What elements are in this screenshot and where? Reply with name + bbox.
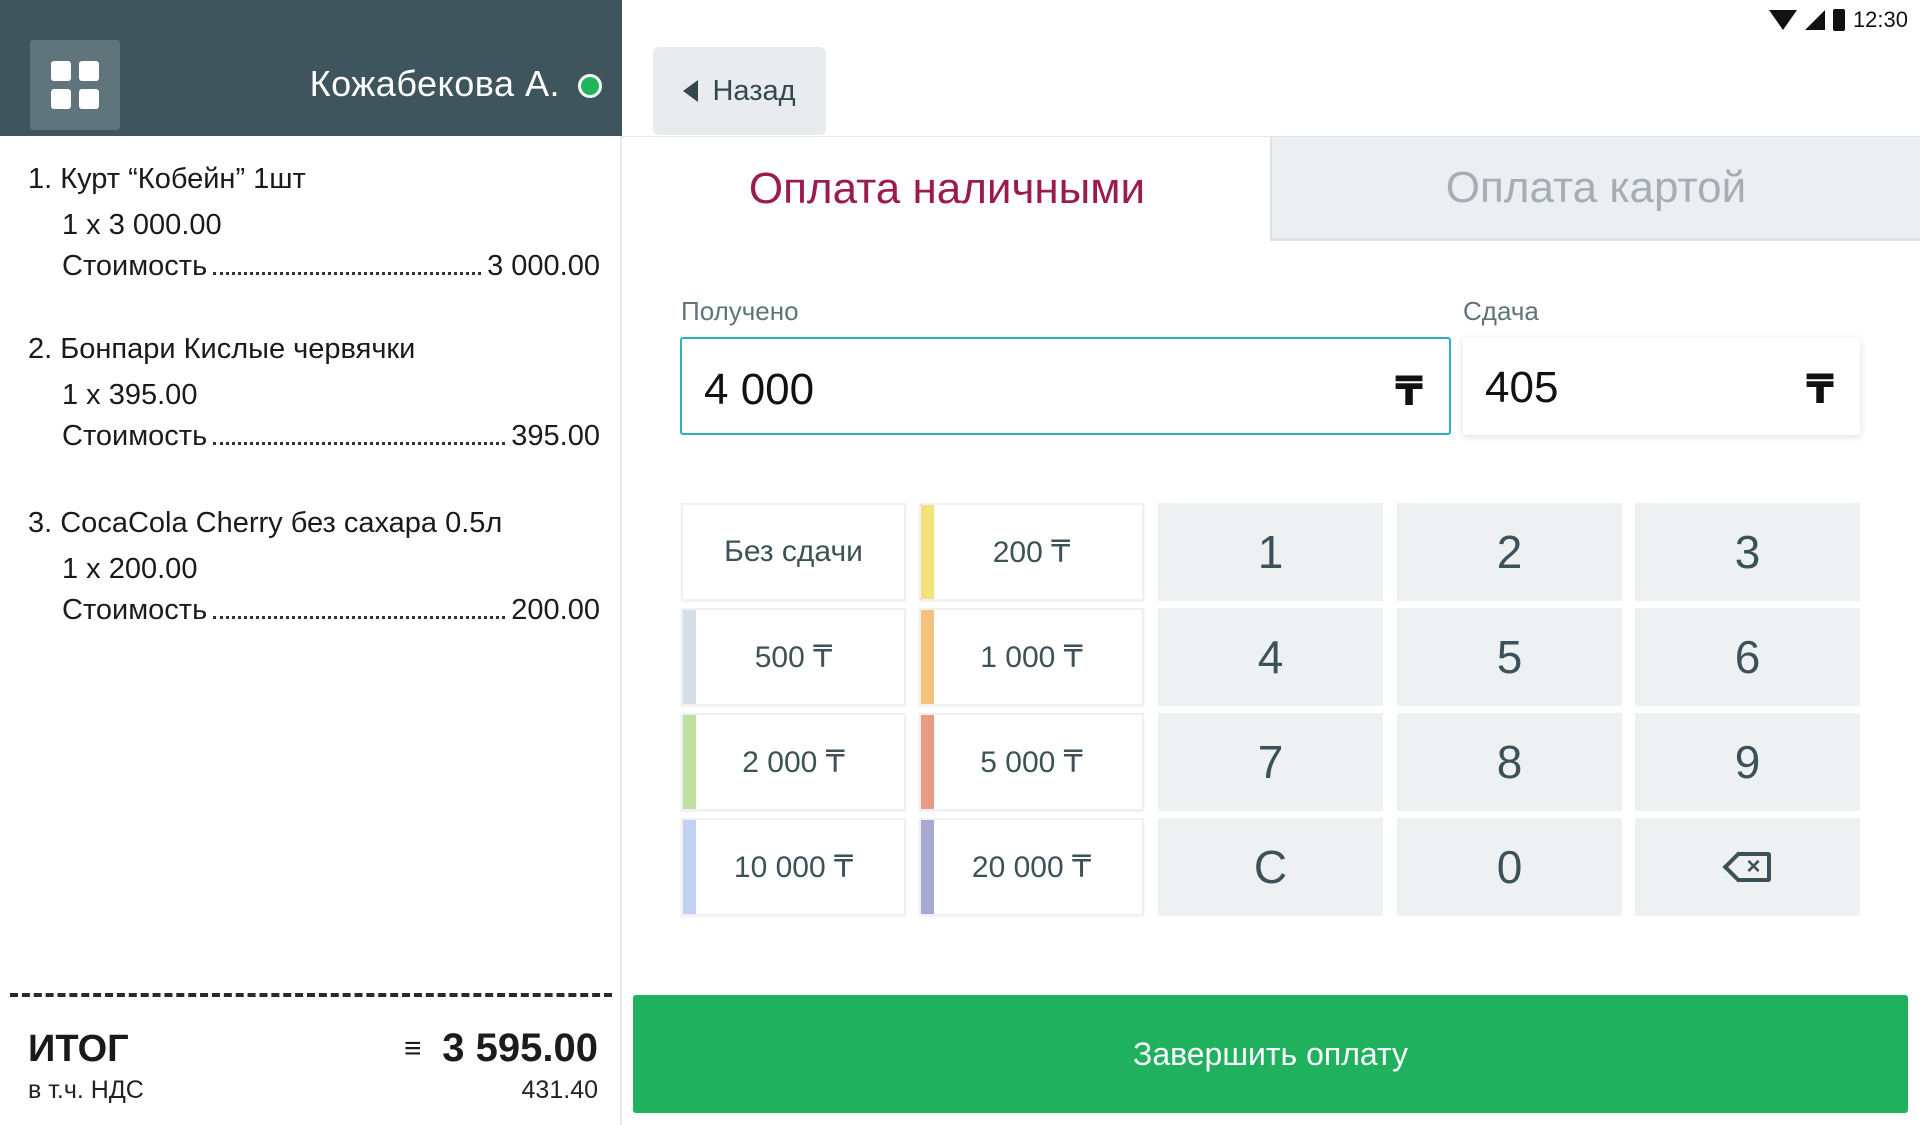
- battery-icon: [1832, 9, 1845, 31]
- vat-value: 431.40: [521, 1076, 598, 1104]
- item-quantity: 1 x 395.00: [62, 379, 198, 411]
- keypad-key-0[interactable]: 0: [1397, 818, 1622, 916]
- bill-color-stripe: [921, 715, 934, 809]
- quick-amount-button[interactable]: 500 ₸: [681, 608, 906, 706]
- back-button[interactable]: Назад: [653, 47, 826, 135]
- dot-leader: [213, 616, 506, 619]
- bill-color-stripe: [921, 610, 934, 704]
- item-cost-label: Стоимость: [62, 250, 208, 282]
- keypad-key-5[interactable]: 5: [1397, 608, 1622, 706]
- quick-amount-button[interactable]: 2 000 ₸: [681, 713, 906, 811]
- keypad-key-6[interactable]: 6: [1635, 608, 1860, 706]
- change-value: 405: [1485, 363, 1559, 412]
- back-arrow-icon: [683, 80, 699, 102]
- bill-color-stripe: [921, 820, 934, 914]
- quick-button-label: 200 ₸: [992, 535, 1071, 569]
- status-bar: 12:30: [1768, 5, 1908, 35]
- quick-amount-button[interactable]: 5 000 ₸: [919, 713, 1144, 811]
- quick-amount-button[interactable]: 20 000 ₸: [919, 818, 1144, 916]
- change-label: Сдача: [1463, 296, 1539, 326]
- keypad-key-8[interactable]: 8: [1397, 713, 1622, 811]
- dot-leader: [213, 442, 506, 445]
- tab-cash-payment[interactable]: Оплата наличными: [624, 137, 1270, 241]
- no-change-button[interactable]: Без сдачи: [681, 503, 906, 601]
- quick-button-label: 1 000 ₸: [980, 640, 1083, 674]
- quick-button-label: 10 000 ₸: [733, 850, 854, 884]
- item-name: 3. CocaCola Cherry без сахара 0.5л: [28, 507, 503, 539]
- received-label: Получено: [681, 296, 799, 326]
- item-quantity: 1 x 3 000.00: [62, 209, 222, 241]
- item-cost-label: Стоимость: [62, 420, 208, 452]
- quick-amount-button[interactable]: 200 ₸: [919, 503, 1144, 601]
- bill-color-stripe: [683, 820, 696, 914]
- tab-card-payment[interactable]: Оплата картой: [1270, 137, 1920, 241]
- signal-icon: [1804, 10, 1825, 30]
- quick-button-label: 500 ₸: [754, 640, 833, 674]
- item-cost-label: Стоимость: [62, 594, 208, 626]
- keypad-key-4[interactable]: 4: [1158, 608, 1383, 706]
- quick-amount-button[interactable]: 10 000 ₸: [681, 818, 906, 916]
- quick-button-label: 2 000 ₸: [742, 745, 845, 779]
- quick-button-label: Без сдачи: [724, 535, 863, 568]
- item-cost-value: 3 000.00: [487, 250, 600, 282]
- grid-icon[interactable]: [30, 40, 120, 130]
- quick-button-label: 5 000 ₸: [980, 745, 1083, 779]
- total-symbol: ≡: [404, 1032, 422, 1065]
- finish-button-label: Завершить оплату: [1132, 1035, 1409, 1072]
- currency-symbol: ₸: [1395, 370, 1423, 414]
- back-button-label: Назад: [712, 74, 796, 107]
- item-cost-row: Стоимость 200.00: [62, 593, 600, 627]
- receipt-panel: Кожабекова А. 1. Курт “Кобейн” 1шт 1 x 3…: [0, 0, 622, 1125]
- currency-symbol: ₸: [1806, 368, 1834, 412]
- bill-color-stripe: [683, 715, 696, 809]
- total-value: 3 595.00: [442, 1026, 598, 1070]
- bill-color-stripe: [683, 610, 696, 704]
- item-name: 2. Бонпари Кислые червячки: [28, 333, 416, 365]
- total-label: ИТОГ: [28, 1028, 129, 1070]
- receipt-header: Кожабекова А.: [0, 0, 622, 136]
- online-status-icon: [578, 74, 602, 98]
- backspace-icon: ×: [1721, 851, 1771, 883]
- item-quantity: 1 x 200.00: [62, 553, 198, 585]
- cashier-name: Кожабекова А.: [309, 63, 560, 104]
- item-cost-value: 395.00: [511, 420, 600, 452]
- keypad-key-2[interactable]: 2: [1397, 503, 1622, 601]
- item-name: 1. Курт “Кобейн” 1шт: [28, 163, 306, 195]
- item-cost-row: Стоимость 395.00: [62, 419, 600, 453]
- change-field: 405 ₸: [1463, 337, 1860, 435]
- keypad-backspace-key[interactable]: ×: [1635, 818, 1860, 916]
- received-value: 4 000: [704, 365, 815, 414]
- quick-button-label: 20 000 ₸: [971, 850, 1092, 884]
- receipt-divider: [10, 993, 612, 997]
- dot-leader: [213, 272, 482, 275]
- received-input[interactable]: 4 000 ₸: [680, 337, 1451, 435]
- quick-amount-button[interactable]: 1 000 ₸: [919, 608, 1144, 706]
- keypad-key-1[interactable]: 1: [1158, 503, 1383, 601]
- keypad-key-7[interactable]: 7: [1158, 713, 1383, 811]
- item-cost-row: Стоимость 3 000.00: [62, 249, 600, 283]
- bill-color-stripe: [921, 505, 934, 599]
- finish-payment-button[interactable]: Завершить оплату: [633, 995, 1908, 1113]
- vat-label: в т.ч. НДС: [28, 1076, 144, 1104]
- clock: 12:30: [1852, 7, 1908, 32]
- wifi-icon: [1768, 10, 1797, 30]
- keypad-clear-key[interactable]: C: [1158, 818, 1383, 916]
- keypad-key-9[interactable]: 9: [1635, 713, 1860, 811]
- keypad-key-3[interactable]: 3: [1635, 503, 1860, 601]
- item-cost-value: 200.00: [511, 594, 600, 626]
